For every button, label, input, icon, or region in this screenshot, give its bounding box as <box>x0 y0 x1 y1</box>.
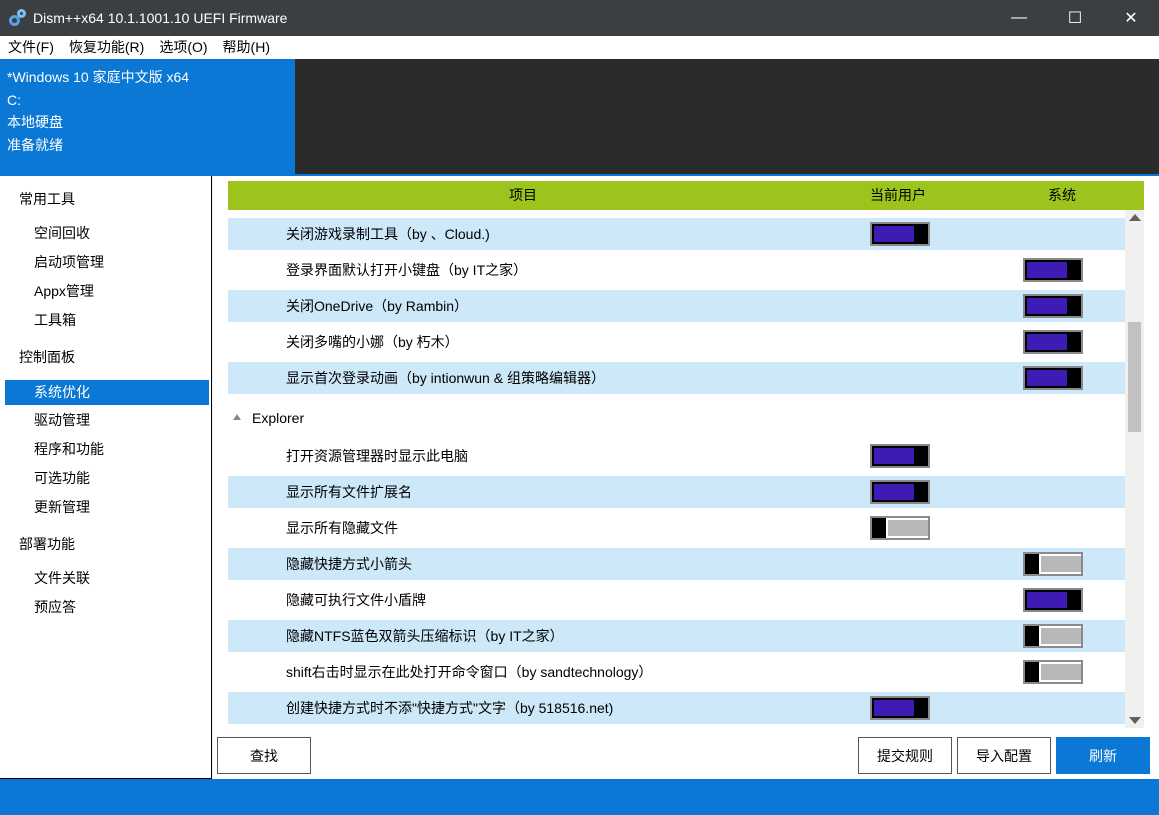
list-item-label: 显示所有隐藏文件 <box>286 520 398 536</box>
user-toggle[interactable] <box>870 516 930 540</box>
list-item-label: 创建快捷方式时不添"快捷方式"文字（by 518516.net) <box>286 700 614 716</box>
list-item-label: 关闭多嘴的小娜（by 朽木） <box>286 334 459 350</box>
user-toggle[interactable] <box>870 444 930 468</box>
system-toggle[interactable] <box>1023 624 1083 648</box>
scroll-up-arrow-icon[interactable] <box>1129 214 1141 221</box>
menu-help[interactable]: 帮助(H) <box>215 36 277 59</box>
list-item-label: 关闭OneDrive（by Rambin） <box>286 298 469 314</box>
scroll-down-arrow-icon[interactable] <box>1129 717 1141 724</box>
system-toggle[interactable] <box>1023 330 1083 354</box>
find-button[interactable]: 查找 <box>217 737 311 774</box>
sidebar-group-deploy[interactable]: 部署功能 <box>19 534 75 554</box>
system-toggle[interactable] <box>1023 258 1083 282</box>
maximize-button[interactable]: ☐ <box>1047 0 1103 36</box>
menu-options[interactable]: 选项(O) <box>151 36 214 59</box>
list-item-label: 关闭游戏录制工具（by 、Cloud.) <box>286 226 490 242</box>
list-item[interactable]: 隐藏可执行文件小盾牌 <box>228 584 1125 616</box>
list-item[interactable]: 显示首次登录动画（by intionwun & 组策略编辑器） <box>228 362 1125 394</box>
session-strip <box>295 59 1159 175</box>
group-header-explorer[interactable]: Explorer <box>228 402 1125 434</box>
list-item-label: 登录界面默认打开小键盘（by IT之家） <box>286 262 528 278</box>
scrollbar-thumb[interactable] <box>1128 322 1141 432</box>
user-toggle[interactable] <box>870 696 930 720</box>
list-item[interactable]: 登录界面默认打开小键盘（by IT之家） <box>228 254 1125 286</box>
title-bar: Dism++x64 10.1.1001.10 UEFI Firmware — ☐… <box>0 0 1159 36</box>
list-item[interactable]: 显示所有文件扩展名 <box>228 476 1125 508</box>
session-drive: C: <box>7 91 21 108</box>
sidebar-item-startup[interactable]: 启动项管理 <box>5 250 209 275</box>
menu-restore[interactable]: 恢复功能(R) <box>61 36 151 59</box>
list-item-label: shift右击时显示在此处打开命令窗口（by sandtechnology） <box>286 664 653 680</box>
sidebar-item-file-assoc[interactable]: 文件关联 <box>5 566 209 591</box>
list-item[interactable]: 关闭游戏录制工具（by 、Cloud.) <box>228 218 1125 250</box>
list-item-label: 隐藏NTFS蓝色双箭头压缩标识（by IT之家） <box>286 628 564 644</box>
gears-icon <box>9 9 27 27</box>
sidebar-item-answer-file[interactable]: 预应答 <box>5 595 209 620</box>
optimization-list: 关闭游戏录制工具（by 、Cloud.) 登录界面默认打开小键盘（by IT之家… <box>228 216 1125 728</box>
submit-rule-button[interactable]: 提交规则 <box>858 737 952 774</box>
sidebar-item-appx[interactable]: Appx管理 <box>5 279 209 304</box>
system-toggle[interactable] <box>1023 588 1083 612</box>
vertical-scrollbar[interactable] <box>1125 210 1144 728</box>
menu-file[interactable]: 文件(F) <box>0 36 61 59</box>
sidebar-item-optional-features[interactable]: 可选功能 <box>5 466 209 491</box>
column-header-user[interactable]: 当前用户 <box>870 181 926 210</box>
session-status: 准备就绪 <box>7 137 63 154</box>
session-disk-type: 本地硬盘 <box>7 114 63 131</box>
minimize-button[interactable]: — <box>991 0 1047 36</box>
list-item[interactable]: 隐藏快捷方式小箭头 <box>228 548 1125 580</box>
window-title: Dism++x64 10.1.1001.10 UEFI Firmware <box>33 10 288 26</box>
sidebar-item-toolbox[interactable]: 工具箱 <box>5 308 209 333</box>
list-item-label: 打开资源管理器时显示此电脑 <box>286 448 468 464</box>
status-bar <box>0 779 1159 815</box>
sidebar-item-system-optimize[interactable]: 系统优化 <box>5 380 209 405</box>
sidebar: 常用工具 空间回收 启动项管理 Appx管理 工具箱 控制面板 系统优化 驱动管… <box>0 176 212 779</box>
minimize-icon: — <box>1011 9 1027 26</box>
list-item[interactable]: 打开资源管理器时显示此电脑 <box>228 440 1125 472</box>
system-toggle[interactable] <box>1023 552 1083 576</box>
sidebar-group-common-tools[interactable]: 常用工具 <box>19 189 75 209</box>
list-item[interactable]: 创建快捷方式时不添"快捷方式"文字（by 518516.net) <box>228 692 1125 724</box>
session-info-panel[interactable]: *Windows 10 家庭中文版 x64 C: 本地硬盘 准备就绪 <box>0 59 295 175</box>
collapse-triangle-icon[interactable] <box>233 414 241 420</box>
user-toggle[interactable] <box>870 222 930 246</box>
close-button[interactable]: ✕ <box>1103 0 1159 36</box>
sidebar-item-space-cleanup[interactable]: 空间回收 <box>5 221 209 246</box>
list-item[interactable]: 显示所有隐藏文件 <box>228 512 1125 544</box>
sidebar-item-updates[interactable]: 更新管理 <box>5 495 209 520</box>
close-icon: ✕ <box>1124 10 1138 27</box>
maximize-icon: ☐ <box>1067 10 1083 27</box>
sidebar-item-programs[interactable]: 程序和功能 <box>5 437 209 462</box>
list-item-label: 显示首次登录动画（by intionwun & 组策略编辑器） <box>286 370 605 386</box>
list-item-label: 隐藏快捷方式小箭头 <box>286 556 412 572</box>
session-os: *Windows 10 家庭中文版 x64 <box>7 69 190 85</box>
table-header: 项目 当前用户 系统 <box>228 181 1144 210</box>
sidebar-group-control-panel[interactable]: 控制面板 <box>19 347 75 367</box>
menu-bar: 文件(F) 恢复功能(R) 选项(O) 帮助(H) <box>0 36 1159 59</box>
list-item-label: 隐藏可执行文件小盾牌 <box>286 592 426 608</box>
list-item[interactable]: 关闭多嘴的小娜（by 朽木） <box>228 326 1125 358</box>
system-toggle[interactable] <box>1023 660 1083 684</box>
system-toggle[interactable] <box>1023 294 1083 318</box>
list-item[interactable]: 隐藏NTFS蓝色双箭头压缩标识（by IT之家） <box>228 620 1125 652</box>
group-label: Explorer <box>252 410 305 426</box>
user-toggle[interactable] <box>870 480 930 504</box>
main-panel: 项目 当前用户 系统 关闭游戏录制工具（by 、Cloud.) 登录界面默认打开… <box>213 176 1159 779</box>
list-item[interactable]: 关闭OneDrive（by Rambin） <box>228 290 1125 322</box>
column-header-system[interactable]: 系统 <box>1048 181 1076 210</box>
sidebar-item-drivers[interactable]: 驱动管理 <box>5 408 209 433</box>
list-item[interactable]: shift右击时显示在此处打开命令窗口（by sandtechnology） <box>228 656 1125 688</box>
import-config-button[interactable]: 导入配置 <box>957 737 1051 774</box>
list-item-label: 显示所有文件扩展名 <box>286 484 412 500</box>
refresh-button[interactable]: 刷新 <box>1056 737 1150 774</box>
system-toggle[interactable] <box>1023 366 1083 390</box>
column-header-item[interactable]: 项目 <box>509 181 537 210</box>
